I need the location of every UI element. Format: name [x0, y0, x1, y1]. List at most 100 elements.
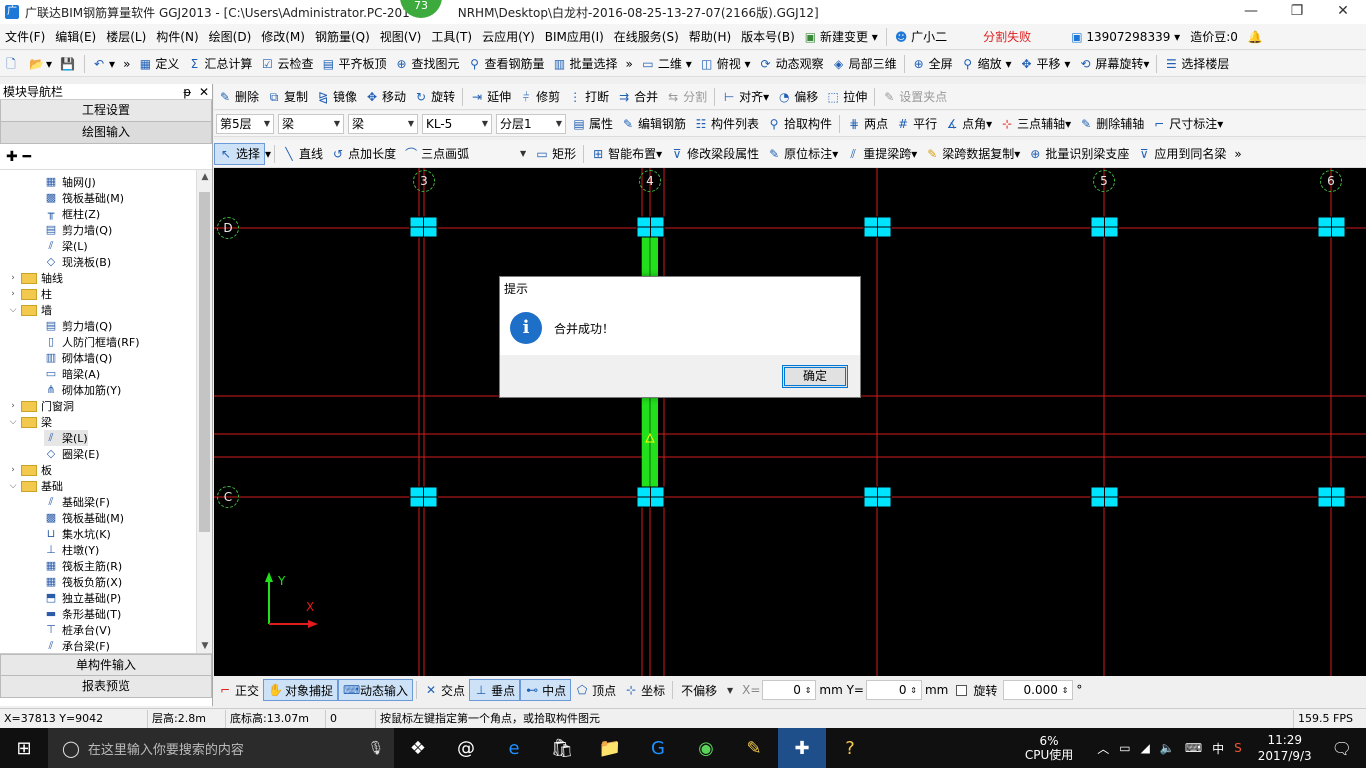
notes-icon[interactable]: ✎	[730, 728, 778, 768]
modify-beam-props-button[interactable]: ⊽ 修改梁段属性	[666, 143, 763, 165]
collapse-icon[interactable]: ⌵	[8, 417, 18, 427]
cortana-icon[interactable]: @	[442, 728, 490, 768]
rotate-checkbox[interactable]	[956, 684, 968, 696]
tree-item[interactable]: ▦ 筏板主筋(R)	[44, 558, 122, 574]
user-account[interactable]: ▣ 13907298339 ▾	[1066, 25, 1185, 49]
component-list-button[interactable]: ☷ 构件列表	[690, 113, 763, 135]
volume-icon[interactable]: 🔈	[1160, 741, 1175, 755]
arc-options[interactable]: ▼	[475, 144, 529, 164]
spinner-icon[interactable]: ⇕	[805, 686, 812, 695]
align-slab-top-button[interactable]: ▤ 平齐板顶	[317, 53, 390, 75]
collapse-icon[interactable]: ⌵	[8, 481, 18, 491]
set-grip-button[interactable]: ✎ 设置夹点	[878, 86, 951, 108]
spinner-icon[interactable]: ⇕	[910, 686, 917, 695]
tree-folder[interactable]: › 柱	[8, 286, 52, 302]
screen-rotate-button[interactable]: ⟲ 屏幕旋转 ▾	[1074, 53, 1153, 75]
2d-view-button[interactable]: ▭ 二维 ▾	[637, 53, 696, 75]
tree-folder[interactable]: ⌵ 梁	[8, 414, 52, 430]
tree-item[interactable]: ▬ 条形基础(T)	[44, 606, 122, 622]
expand-icon[interactable]: ›	[8, 289, 18, 299]
batch-identify-support-button[interactable]: ⊕ 批量识别梁支座	[1024, 143, 1133, 165]
object-snap-toggle[interactable]: ✋ 对象捕捉	[263, 679, 339, 701]
action-center-icon[interactable]: 🗨	[1332, 739, 1352, 758]
menu-view[interactable]: 视图(V)	[375, 25, 427, 49]
ime-indicator[interactable]: 中	[1212, 740, 1224, 757]
clock-time[interactable]: 11:29	[1258, 732, 1312, 748]
menu-edit[interactable]: 编辑(E)	[50, 25, 101, 49]
menu-online[interactable]: 在线服务(S)	[609, 25, 684, 49]
align-button[interactable]: ⊢ 对齐 ▾	[718, 86, 773, 108]
smart-layout-button[interactable]: ⊞ 智能布置 ▾	[587, 143, 666, 165]
tree-item[interactable]: ⫽ 承台梁(F)	[44, 638, 110, 653]
toolbar-overflow-icon[interactable]: »	[119, 53, 134, 75]
fullscreen-button[interactable]: ⊕ 全屏	[908, 53, 957, 75]
point-angle-button[interactable]: ∡ 点角 ▾	[941, 113, 996, 135]
top-view-button[interactable]: ◫ 俯视 ▾	[696, 53, 755, 75]
new-change-button[interactable]: ▣ 新建变更 ▾	[800, 25, 883, 49]
tree-item[interactable]: ⬒ 独立基础(P)	[44, 590, 121, 606]
task-view-icon[interactable]: ❖	[394, 728, 442, 768]
tree-item[interactable]: ▤ 剪力墙(Q)	[44, 318, 112, 334]
spinner-icon[interactable]: ⇕	[1062, 686, 1069, 695]
stretch-button[interactable]: ⬚ 拉伸	[822, 86, 871, 108]
rotate-input[interactable]: 0.000 ⇕	[1003, 680, 1074, 700]
assistant-button[interactable]: ☻ 广小二	[890, 25, 952, 49]
toolbar-overflow-icon[interactable]: »	[1230, 143, 1245, 165]
point-length-button[interactable]: ↺ 点加长度	[327, 143, 400, 165]
move-button[interactable]: ✥ 移动	[361, 86, 410, 108]
expand-icon[interactable]: ›	[8, 401, 18, 411]
chevron-up-icon[interactable]: ︿	[1097, 740, 1109, 757]
menu-component[interactable]: 构件(N)	[151, 25, 203, 49]
tree-folder[interactable]: ⌵ 墙	[8, 302, 52, 318]
browser-360-icon[interactable]: ◉	[682, 728, 730, 768]
component-select[interactable]: KL-5 ▼	[422, 113, 492, 134]
delete-button[interactable]: ✎ 删除	[214, 86, 263, 108]
perpendicular-snap[interactable]: ⊥ 垂点	[469, 679, 521, 701]
select-button[interactable]: ↖ 选择	[214, 142, 266, 165]
pan-button[interactable]: ✥ 平移 ▾	[1015, 53, 1074, 75]
ok-button[interactable]: 确定	[782, 365, 848, 388]
tree-item[interactable]: ⊥ 柱墩(Y)	[44, 542, 99, 558]
expand-icon[interactable]: ›	[8, 465, 18, 475]
apply-same-name-button[interactable]: ⊽ 应用到同名梁	[1133, 143, 1230, 165]
subtype-select[interactable]: 梁 ▼	[348, 113, 418, 134]
ortho-toggle[interactable]: ⌐ 正交	[214, 679, 263, 701]
tree-item[interactable]: ◇ 圈梁(E)	[44, 446, 100, 462]
tree-item[interactable]: ▭ 暗梁(A)	[44, 366, 100, 382]
sogou-icon[interactable]: S	[1234, 741, 1242, 755]
menu-rebar-qty[interactable]: 钢筋量(Q)	[310, 25, 375, 49]
report-preview-button[interactable]: 报表预览	[0, 676, 212, 698]
in-situ-annotation-button[interactable]: ✎ 原位标注 ▾	[763, 143, 842, 165]
three-point-axis-button[interactable]: ⊹ 三点辅轴 ▾	[996, 113, 1075, 135]
y-input[interactable]: 0 ⇕	[865, 680, 922, 700]
undo-icon[interactable]: ↶ ▾	[88, 53, 119, 75]
tree-folder[interactable]: › 板	[8, 462, 52, 478]
extend-button[interactable]: ⇥ 延伸	[466, 86, 515, 108]
keyboard-icon[interactable]: ⌨	[1185, 741, 1202, 755]
menu-file[interactable]: 文件(F)	[0, 25, 50, 49]
zoom-button[interactable]: ⚲ 缩放 ▾	[957, 53, 1016, 75]
cloud-check-button[interactable]: ☑ 云检查	[256, 53, 317, 75]
view-rebar-qty-button[interactable]: ⚲ 查看钢筋量	[463, 53, 548, 75]
define-button[interactable]: ▦ 定义	[134, 53, 183, 75]
intersection-snap[interactable]: ✕ 交点	[420, 679, 469, 701]
minimize-button[interactable]: —	[1228, 0, 1274, 24]
midpoint-snap[interactable]: ⊷ 中点	[520, 679, 572, 701]
select-floor-button[interactable]: ☰ 选择楼层	[1160, 53, 1233, 75]
type-select[interactable]: 梁 ▼	[278, 113, 344, 134]
toolbar-overflow-icon[interactable]: »	[622, 53, 637, 75]
rotate-button[interactable]: ↻ 旋转	[410, 86, 459, 108]
copy-button[interactable]: ⧉ 复制	[263, 86, 312, 108]
pick-component-button[interactable]: ⚲ 拾取构件	[763, 113, 836, 135]
x-input[interactable]: 0 ⇕	[762, 680, 817, 700]
menu-cloud[interactable]: 云应用(Y)	[477, 25, 540, 49]
network-icon[interactable]: ◢	[1141, 741, 1150, 755]
three-point-arc-button[interactable]: ⌒ 三点画弧	[400, 143, 473, 165]
tree-item[interactable]: ▦ 轴网(J)	[44, 174, 96, 190]
tree-item[interactable]: ▤ 剪力墙(Q)	[44, 222, 112, 238]
new-file-icon[interactable]: 🗋	[0, 53, 25, 75]
rectangle-button[interactable]: ▭ 矩形	[531, 143, 580, 165]
line-button[interactable]: ╲ 直线	[278, 143, 327, 165]
copy-span-data-button[interactable]: ✎ 梁跨数据复制 ▾	[921, 143, 1024, 165]
drawing-input-button[interactable]: 绘图输入	[0, 122, 212, 144]
